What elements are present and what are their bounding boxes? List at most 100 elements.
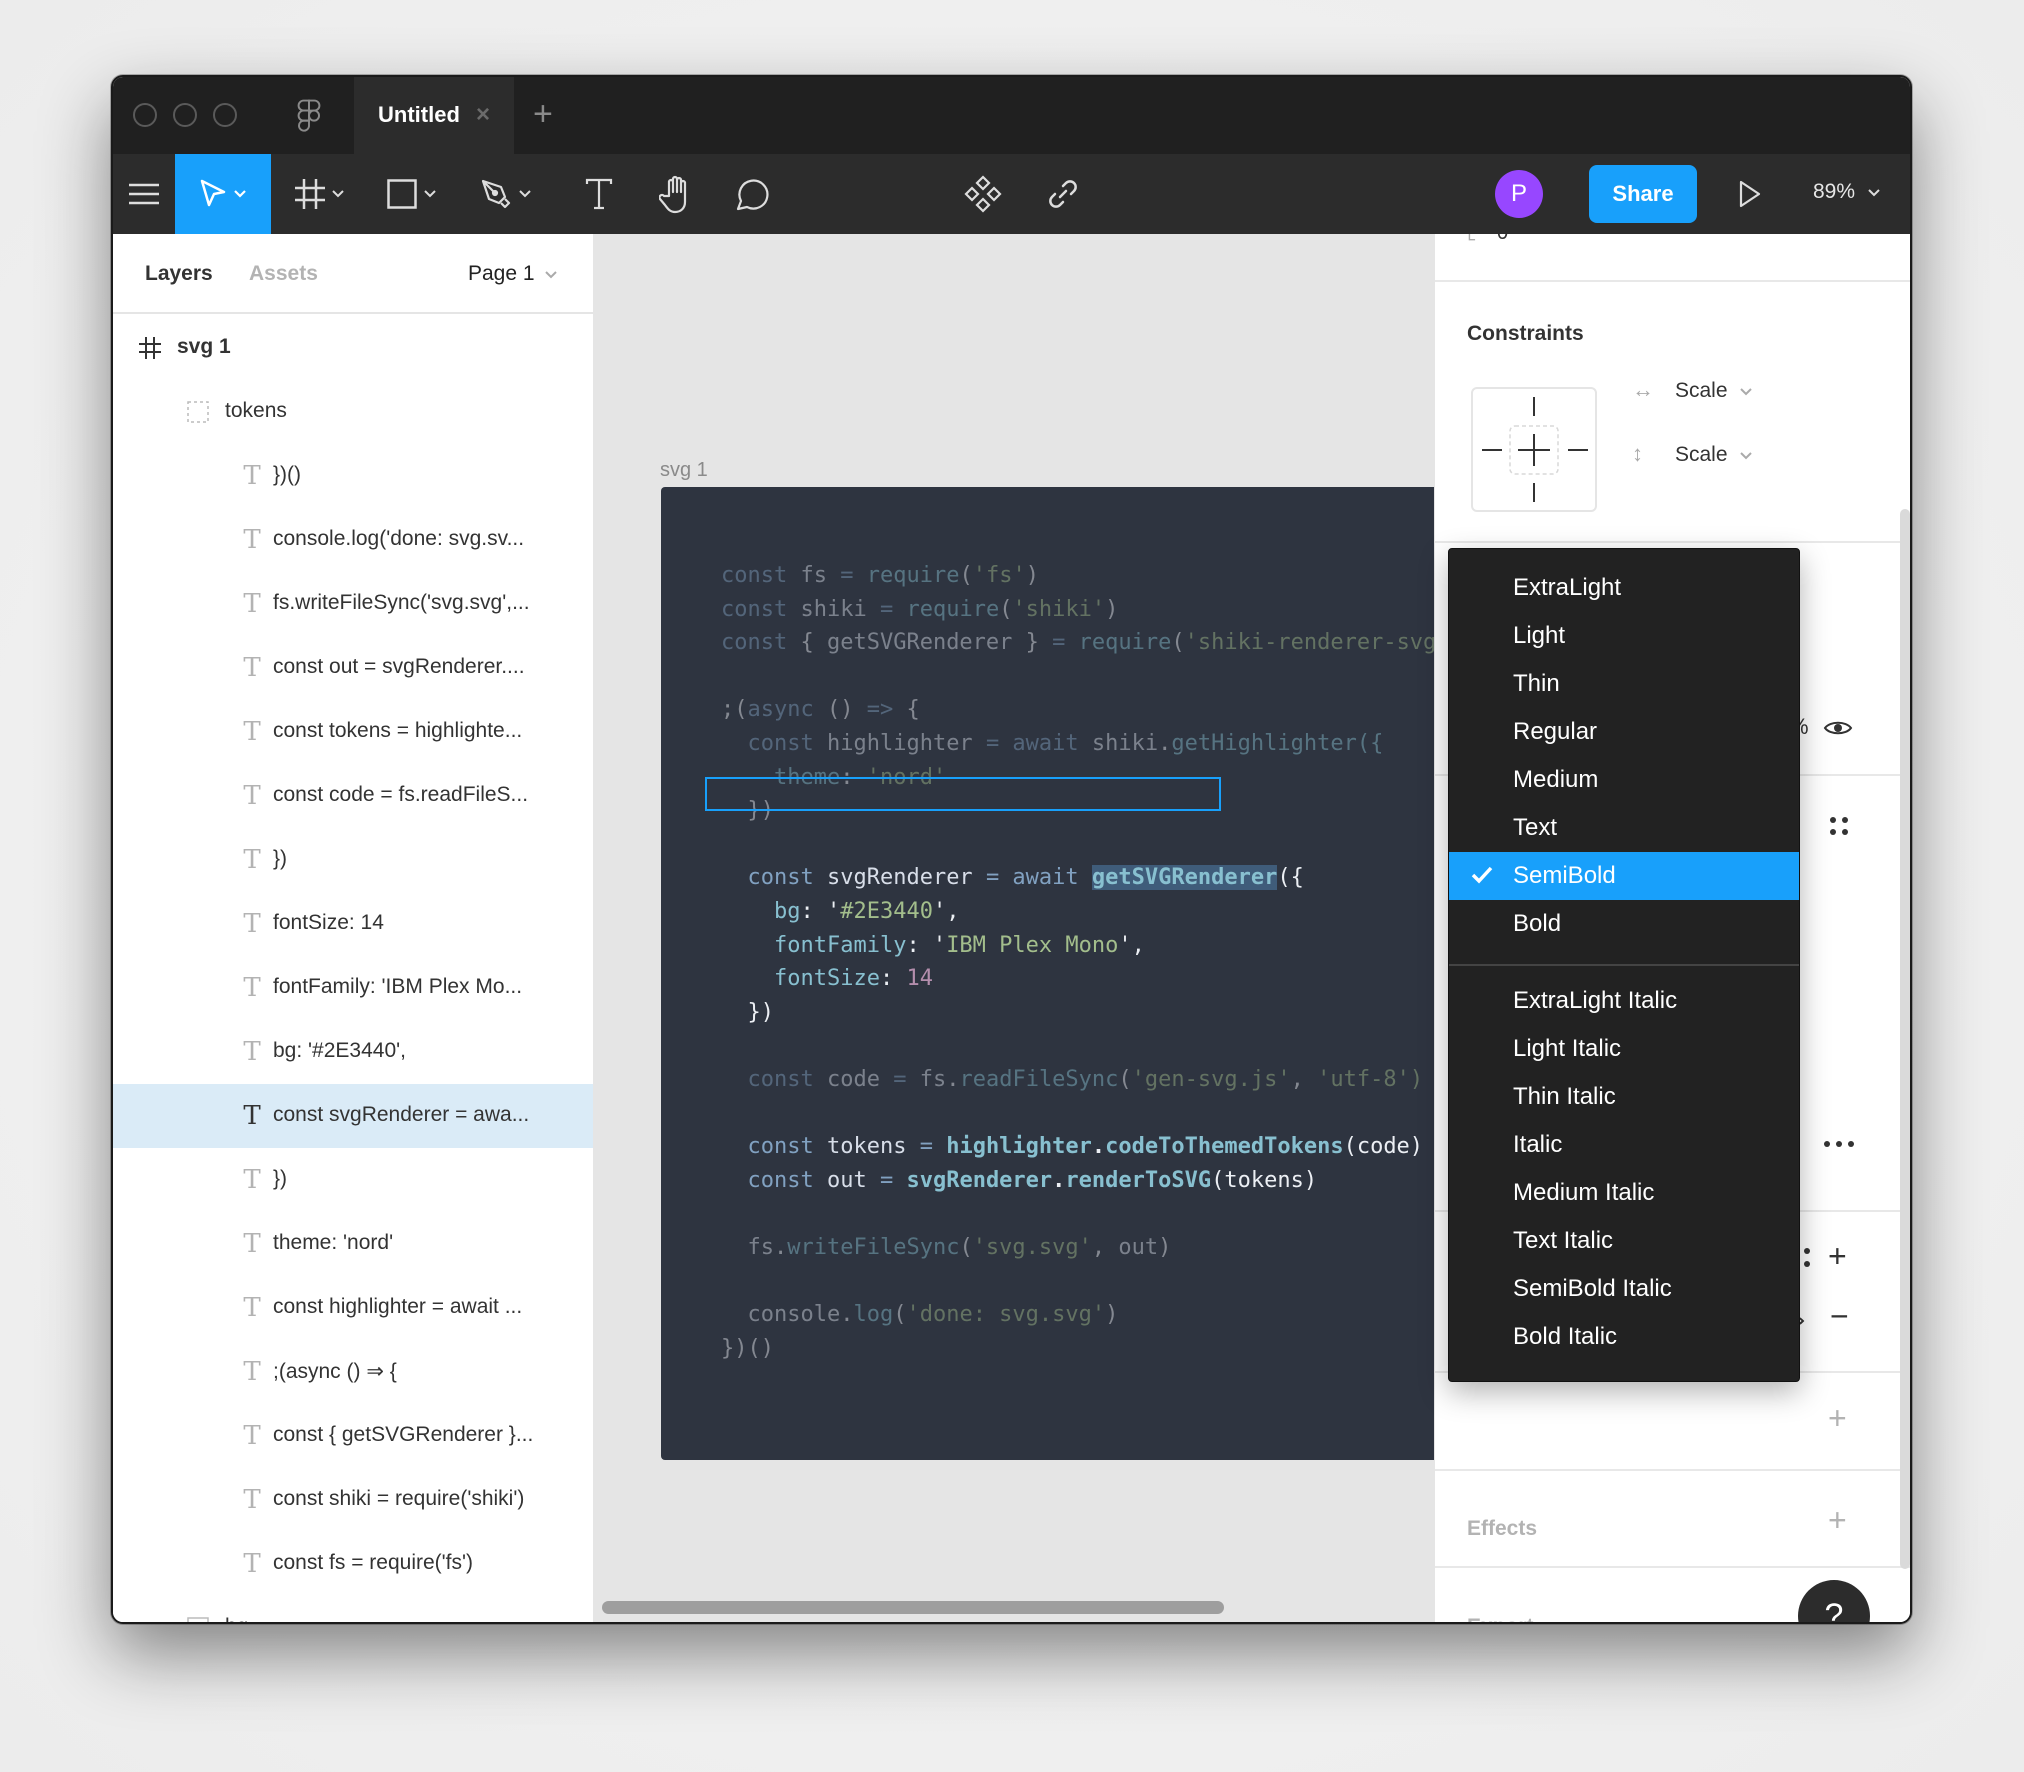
effects-title: Effects [1467,1517,1538,1540]
add-fill-icon[interactable]: + [1828,1238,1847,1275]
layer-row[interactable]: Tconst tokens = highlighte... [113,700,593,764]
layer-row[interactable]: Tconsole.log('done: svg.sv... [113,508,593,572]
font-style-option[interactable]: Thin Italic [1449,1073,1799,1121]
add-stroke-icon[interactable]: + [1828,1400,1847,1437]
user-avatar[interactable]: P [1495,170,1543,218]
zoom-dropdown[interactable]: 89% [1813,180,1881,204]
layer-row[interactable]: Tconst out = svgRenderer.... [113,636,593,700]
vertical-constraint-select[interactable]: Scale [1675,443,1753,467]
layer-row[interactable]: T}) [113,828,593,892]
style-dots-icon[interactable] [1803,1247,1811,1269]
layer-row[interactable]: Tconst { getSVGRenderer }... [113,1404,593,1468]
eye-icon[interactable] [1823,718,1853,738]
close-window-button[interactable] [133,103,157,127]
new-tab-icon[interactable]: + [533,95,553,134]
maximize-window-button[interactable] [213,103,237,127]
layer-row[interactable]: Tfs.writeFileSync('svg.svg',... [113,572,593,636]
main-menu-button[interactable] [113,154,175,234]
components-button[interactable] [951,154,1015,234]
minimize-window-button[interactable] [173,103,197,127]
font-style-option[interactable]: Medium [1449,756,1799,804]
font-style-option[interactable]: SemiBold [1449,852,1799,900]
font-style-option[interactable]: Bold [1449,900,1799,948]
layer-row[interactable]: Tbg: '#2E3440', [113,1020,593,1084]
chevron-down-icon [519,190,531,198]
tab-assets[interactable]: Assets [249,262,318,286]
shape-tool-button[interactable] [379,154,445,234]
font-style-label: Text Italic [1513,1227,1614,1254]
code-token: 'done: svg.svg' [906,1302,1106,1328]
layer-row[interactable]: T})() [113,444,593,508]
pen-icon [481,179,511,209]
page-selector[interactable]: Page 1 [468,262,558,286]
font-style-option[interactable]: Medium Italic [1449,1169,1799,1217]
vertical-arrow-icon: ↕ [1632,441,1643,466]
style-grid-icon[interactable] [1829,816,1849,836]
layer-row[interactable]: TfontSize: 14 [113,892,593,956]
link-button[interactable] [1031,154,1095,234]
font-style-label: Thin Italic [1513,1083,1616,1110]
properties-scrollbar[interactable] [1900,509,1910,1569]
font-style-option[interactable]: Italic [1449,1121,1799,1169]
code-token: 'utf-8') [1317,1066,1424,1092]
figma-logo-icon[interactable] [294,99,324,133]
layer-row[interactable]: Tconst shiki = require('shiki') [113,1468,593,1532]
code-line: console.log('done: svg.svg') [721,1298,1434,1332]
layer-row[interactable]: Tconst svgRenderer = awa... [113,1084,593,1148]
selection-box[interactable] [705,777,1221,811]
font-style-option[interactable]: Light [1449,612,1799,660]
file-tab[interactable]: Untitled × [354,77,514,154]
layer-label: ;(async () ⇒ { [273,1360,397,1383]
chevron-down-icon [332,190,344,198]
layer-row[interactable]: bg [113,1596,593,1622]
layer-row[interactable]: Tconst code = fs.readFileS... [113,764,593,828]
layer-row[interactable]: Tconst highlighter = await ... [113,1276,593,1340]
present-button[interactable] [1725,154,1775,234]
tab-layers[interactable]: Layers [145,262,213,286]
font-style-option[interactable]: Text Italic [1449,1217,1799,1265]
layer-row[interactable]: T}) [113,1148,593,1212]
rotation-value[interactable]: 0 [1497,234,1508,245]
code-frame[interactable]: const fs = require('fs') const shiki = re… [661,487,1434,1460]
text-tool-button[interactable] [569,154,629,234]
more-options-icon[interactable] [1823,1140,1855,1148]
font-style-option[interactable]: Regular [1449,708,1799,756]
layer-label: const out = svgRenderer.... [273,655,525,678]
hand-tool-button[interactable] [645,154,709,234]
move-tool-button[interactable] [175,154,271,234]
code-token: require [866,563,960,588]
layer-row[interactable]: TfontFamily: 'IBM Plex Mo... [113,956,593,1020]
font-style-option[interactable]: SemiBold Italic [1449,1265,1799,1313]
divider [1435,280,1910,282]
help-button[interactable]: ? [1798,1580,1870,1622]
share-button[interactable]: Share [1589,165,1697,223]
font-style-option[interactable]: Bold Italic [1449,1313,1799,1361]
constraint-widget[interactable] [1471,387,1597,512]
remove-fill-icon[interactable]: − [1830,1298,1849,1335]
layer-row[interactable]: tokens [113,380,593,444]
code-token: (tokens) [1211,1167,1318,1193]
comment-tool-button[interactable] [719,154,783,234]
font-style-option[interactable]: Thin [1449,660,1799,708]
horizontal-constraint-select[interactable]: Scale [1675,379,1753,403]
code-token: getHighlighter({ [1171,730,1384,756]
frame-label[interactable]: svg 1 [660,459,708,482]
font-style-option[interactable]: Text [1449,804,1799,852]
layer-row[interactable]: T ;(async () ⇒ { [113,1340,593,1404]
add-effect-icon[interactable]: + [1828,1502,1847,1539]
code-token: = await [985,730,1092,756]
layer-row[interactable]: Tconst fs = require('fs') [113,1532,593,1596]
canvas[interactable]: svg 1 const fs = require('fs') const shik… [594,234,1434,1622]
font-style-option[interactable]: ExtraLight Italic [1449,977,1799,1025]
pen-tool-button[interactable] [471,154,541,234]
frame-tool-button[interactable] [287,154,353,234]
code-token: ({ [1277,865,1304,891]
font-style-option[interactable]: Light Italic [1449,1025,1799,1073]
layer-row[interactable]: Ttheme: 'nord' [113,1212,593,1276]
horizontal-scrollbar[interactable] [602,1601,1224,1614]
layer-row[interactable]: svg 1 [113,316,593,380]
close-tab-icon[interactable]: × [476,101,490,129]
font-style-option[interactable]: ExtraLight [1449,564,1799,612]
